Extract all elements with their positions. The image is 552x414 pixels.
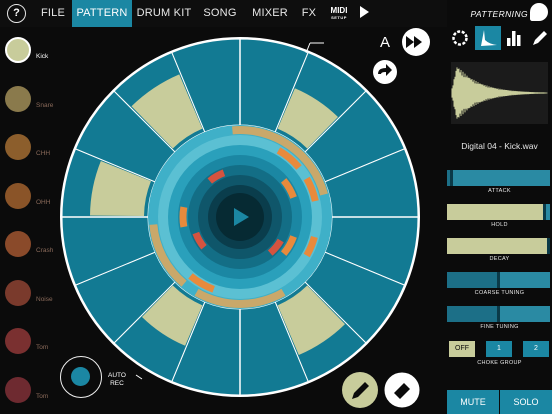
pencil-icon[interactable] bbox=[527, 26, 552, 50]
menu-song[interactable]: SONG bbox=[198, 0, 242, 27]
track-item[interactable]: Kick bbox=[2, 37, 60, 85]
slider-label: COARSE TUNING bbox=[474, 290, 525, 296]
track-pad[interactable] bbox=[5, 231, 31, 257]
slider-label: ATTACK bbox=[488, 188, 511, 194]
track-label: Crash bbox=[36, 247, 54, 254]
track-label: Tom bbox=[36, 392, 49, 400]
midi-sub-label: SETUP bbox=[331, 15, 347, 20]
slider-label: HOLD bbox=[491, 222, 508, 228]
track-list: Kick Snare CHH OHH Crash Noise Tom Tom bbox=[0, 27, 60, 414]
menu-pattern[interactable]: PATTERN bbox=[72, 0, 132, 27]
menu-mixer[interactable]: MIXER bbox=[248, 0, 292, 27]
slider-thumb[interactable] bbox=[547, 238, 551, 254]
slider-fill bbox=[447, 238, 549, 254]
track-label: Snare bbox=[36, 101, 54, 109]
menu-file[interactable]: FILE bbox=[34, 0, 72, 27]
menu-fx[interactable]: FX bbox=[296, 0, 322, 27]
track-item[interactable]: Tom bbox=[2, 376, 60, 414]
envelope-view-icon[interactable] bbox=[475, 26, 501, 50]
track-pad[interactable] bbox=[5, 328, 31, 354]
slider-fill bbox=[447, 272, 499, 288]
play-icon[interactable] bbox=[360, 6, 369, 18]
choke-2-button[interactable]: 2 bbox=[523, 341, 549, 357]
track-pad[interactable] bbox=[5, 376, 31, 403]
ring-step bbox=[179, 206, 188, 228]
bars-view-icon[interactable] bbox=[501, 26, 527, 50]
pattern-circle[interactable]: A bbox=[60, 27, 447, 414]
auto-rec-line2: REC bbox=[110, 380, 124, 387]
slider-fill bbox=[447, 306, 499, 322]
brand-name: PATTERNING bbox=[470, 9, 528, 19]
tool-row bbox=[447, 26, 552, 50]
slider-fine-tuning[interactable] bbox=[447, 306, 550, 322]
pattern-name[interactable]: A bbox=[380, 34, 390, 51]
track-label: Kick bbox=[36, 53, 49, 60]
pattern-circle-area: A bbox=[60, 27, 447, 414]
track-pad[interactable] bbox=[5, 85, 31, 112]
brand-logo-icon bbox=[530, 3, 548, 21]
track-item[interactable]: Noise bbox=[2, 279, 60, 328]
slider-attack[interactable] bbox=[447, 170, 550, 186]
track-label: Tom bbox=[36, 344, 49, 351]
ring-view-icon[interactable] bbox=[447, 26, 473, 50]
track-item[interactable]: Crash bbox=[2, 231, 60, 279]
midi-setup-icon[interactable]: MIDI SETUP bbox=[328, 6, 350, 20]
track-pad[interactable] bbox=[5, 279, 31, 306]
slider-hold[interactable] bbox=[447, 204, 550, 220]
track-label: Noise bbox=[36, 295, 53, 303]
help-button[interactable]: ? bbox=[7, 4, 26, 23]
waveform-display bbox=[451, 62, 548, 124]
auto-rec-button[interactable] bbox=[60, 356, 102, 398]
slider-thumb[interactable] bbox=[497, 306, 500, 322]
slider-fill bbox=[447, 204, 545, 220]
slider-label: FINE TUNING bbox=[480, 324, 519, 330]
choke-group-label: CHOKE GROUP bbox=[477, 360, 522, 366]
track-label: CHH bbox=[36, 150, 51, 157]
slider-thumb[interactable] bbox=[543, 204, 547, 220]
choke-1-button[interactable]: 1 bbox=[486, 341, 512, 357]
track-label: OHH bbox=[36, 198, 51, 206]
slider-thumb[interactable] bbox=[449, 170, 453, 186]
choke-off-button[interactable]: OFF bbox=[449, 341, 475, 357]
track-pad[interactable] bbox=[5, 182, 31, 209]
mute-button[interactable]: MUTE bbox=[447, 390, 499, 414]
auto-rec-line1: AUTO bbox=[108, 372, 126, 379]
slider-decay[interactable] bbox=[447, 238, 551, 254]
track-item[interactable]: OHH bbox=[2, 182, 60, 231]
track-pad[interactable] bbox=[5, 37, 31, 63]
track-item[interactable]: Tom bbox=[2, 328, 60, 376]
track-item[interactable]: CHH bbox=[2, 134, 60, 182]
track-item[interactable]: Snare bbox=[2, 85, 60, 134]
record-dot-icon bbox=[71, 367, 90, 386]
slider-thumb[interactable] bbox=[497, 272, 500, 288]
auto-rec-label: AUTO REC bbox=[108, 372, 126, 388]
midi-label: MIDI bbox=[330, 6, 348, 15]
slider-label: DECAY bbox=[489, 256, 510, 262]
solo-button[interactable]: SOLO bbox=[500, 390, 552, 414]
right-panel: PATTERNING Digital 04 - Kick.wav ATTACK H… bbox=[447, 0, 552, 414]
callout-line bbox=[135, 374, 143, 380]
slider-coarse-tuning[interactable] bbox=[447, 272, 550, 288]
sample-name[interactable]: Digital 04 - Kick.wav bbox=[447, 141, 552, 151]
menu-drum-kit[interactable]: DRUM KIT bbox=[136, 0, 192, 27]
track-pad[interactable] bbox=[5, 134, 31, 160]
top-menu-bar: ? FILE PATTERN DRUM KIT SONG MIXER FX MI… bbox=[0, 0, 447, 27]
